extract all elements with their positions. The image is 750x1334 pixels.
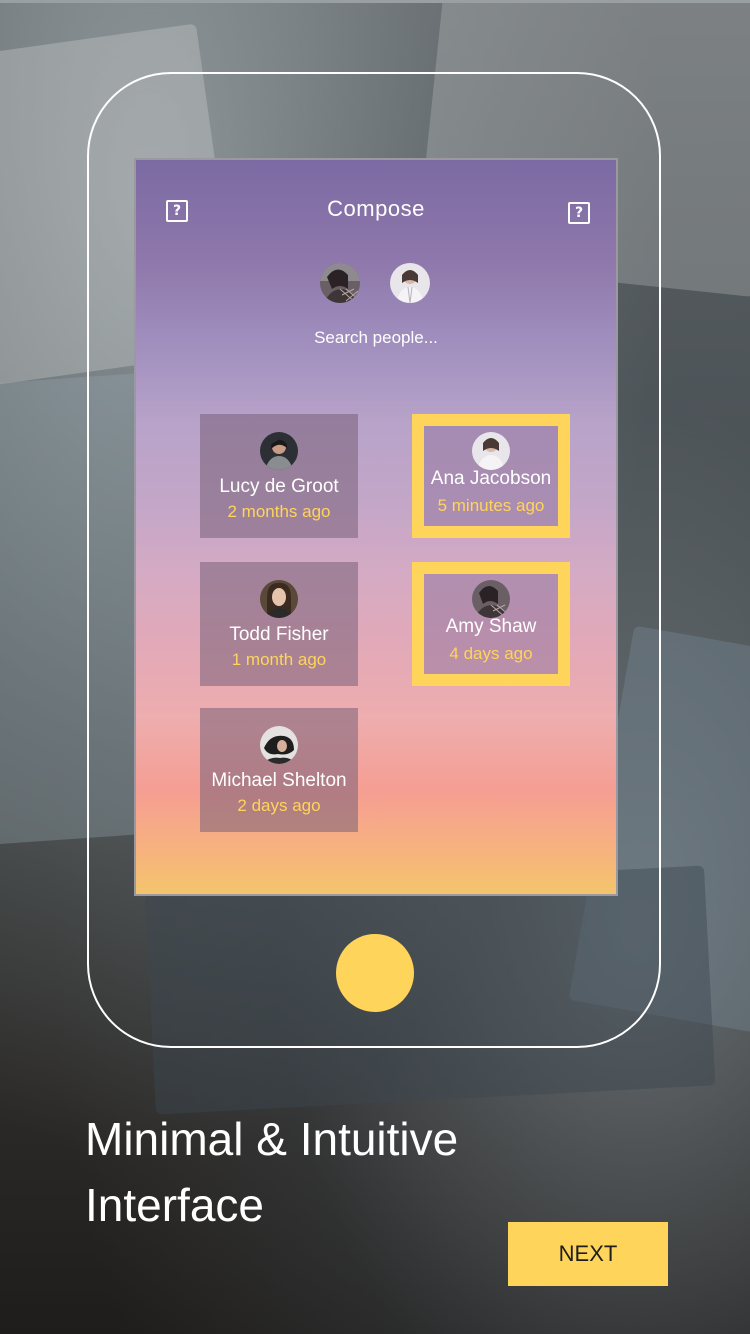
onboarding-page: ? Compose ? Search people... Lucy de Gro…	[0, 0, 750, 1334]
next-button[interactable]: NEXT	[508, 1222, 668, 1286]
top-edge-line	[0, 0, 750, 3]
contact-card[interactable]: Michael Shelton 2 days ago	[200, 708, 358, 832]
contact-name: Lucy de Groot	[219, 476, 339, 497]
avatar	[260, 726, 298, 764]
headline-line-2: Interface	[85, 1179, 264, 1231]
contact-time: 4 days ago	[449, 644, 533, 663]
contact-card-selected[interactable]: Amy Shaw 4 days ago	[412, 562, 570, 686]
contact-name: Todd Fisher	[229, 624, 329, 645]
avatar	[472, 432, 510, 470]
onboarding-headline: Minimal & Intuitive Interface	[85, 1106, 505, 1238]
home-button[interactable]	[336, 934, 414, 1012]
contact-time: 5 minutes ago	[437, 496, 545, 515]
contact-card[interactable]: Todd Fisher 1 month ago	[200, 562, 358, 686]
contact-card-selected[interactable]: Ana Jacobson 5 minutes ago	[412, 414, 570, 538]
avatar	[260, 580, 298, 618]
contact-name: Michael Shelton	[211, 770, 347, 791]
contact-time: 2 months ago	[227, 502, 331, 521]
help-icon[interactable]: ?	[568, 202, 590, 224]
contact-card[interactable]: Lucy de Groot 2 months ago	[200, 414, 358, 538]
avatar-ana-jacobson[interactable]	[390, 263, 430, 303]
page-title: Compose	[327, 196, 425, 221]
search-input[interactable]	[226, 328, 526, 348]
contact-time: 1 month ago	[231, 650, 327, 669]
avatar	[472, 580, 510, 618]
contact-name: Amy Shaw	[445, 616, 537, 637]
compose-screen: ? Compose ? Search people... Lucy de Gro…	[134, 158, 618, 896]
contact-time: 2 days ago	[237, 796, 321, 815]
headline-line-1: Minimal & Intuitive	[85, 1113, 459, 1165]
contact-name: Ana Jacobson	[430, 468, 552, 489]
avatar	[260, 432, 298, 470]
avatar-amy-shaw[interactable]	[320, 263, 360, 303]
